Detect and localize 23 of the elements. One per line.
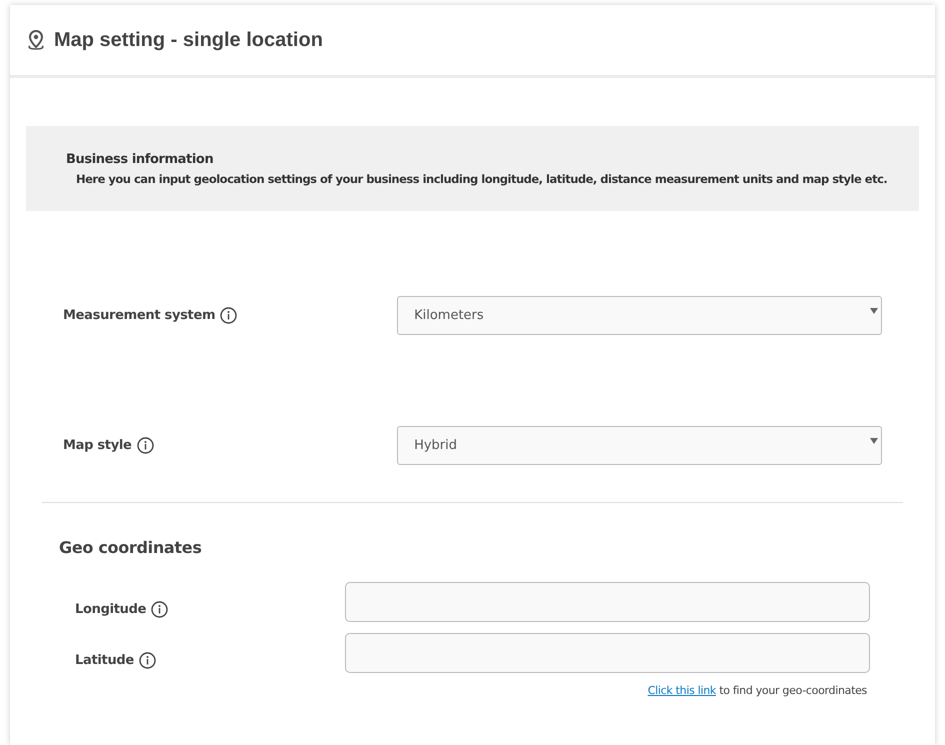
dropdown-select[interactable]: Kilometers bbox=[397, 296, 882, 335]
section-title: Geo coordinates bbox=[59, 537, 203, 559]
map-pin-icon bbox=[26, 29, 46, 51]
info-title: Business information bbox=[66, 152, 214, 168]
info-icon bbox=[138, 652, 156, 669]
select-value: Hybrid bbox=[414, 436, 458, 455]
field-label: Measurement system bbox=[63, 306, 216, 325]
geo-link[interactable]: Click this link bbox=[648, 684, 716, 697]
field-label: Latitude bbox=[75, 652, 134, 670]
input-field[interactable] bbox=[344, 633, 870, 673]
field-label: Longitude bbox=[75, 600, 146, 619]
info-icon bbox=[220, 307, 238, 324]
info-icon bbox=[151, 601, 168, 618]
hint-text: Click this link to find your geo-coordinates bbox=[648, 683, 867, 699]
field-label: Map style bbox=[63, 436, 132, 455]
select-value: Kilometers bbox=[414, 306, 484, 325]
info-icon bbox=[136, 437, 154, 454]
info-description: Here you can input geolocation settings of your business including longitude, latitude, distance measurement units and map style etc. bbox=[75, 171, 888, 188]
dropdown-select[interactable]: Hybrid bbox=[397, 426, 882, 465]
caret-icon bbox=[870, 438, 878, 444]
page-title: Map setting - single location bbox=[54, 28, 323, 53]
caret-icon bbox=[870, 308, 878, 314]
input-field[interactable] bbox=[344, 582, 870, 622]
